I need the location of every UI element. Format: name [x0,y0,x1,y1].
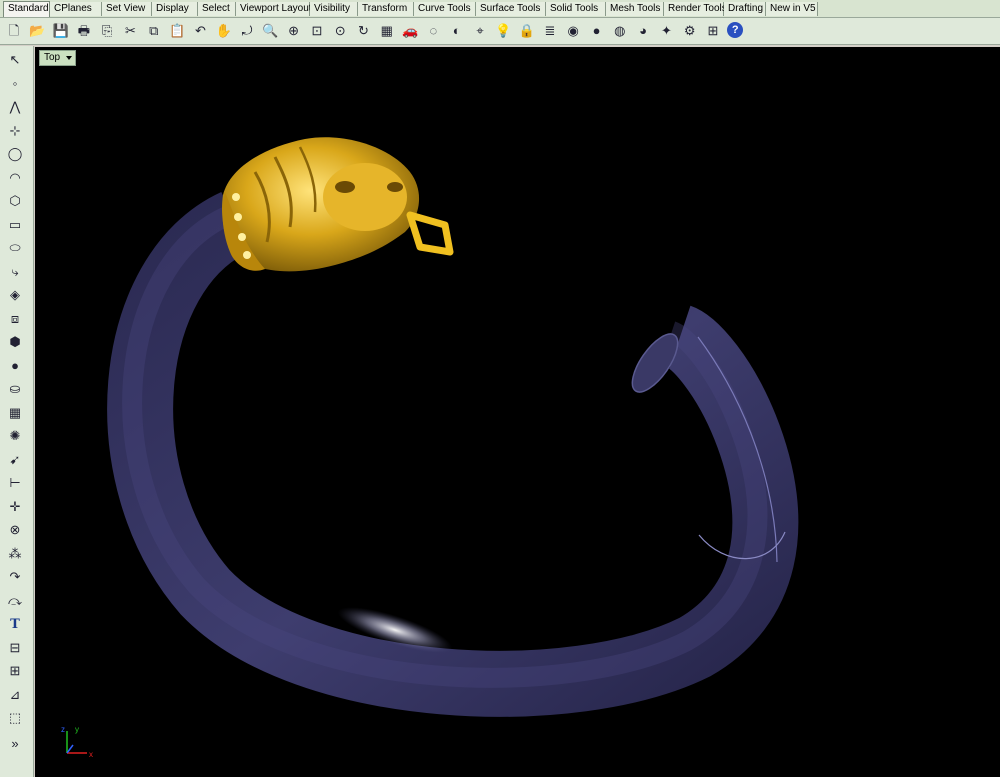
tab-viewport-layout[interactable]: Viewport Layout [236,2,312,16]
tab-surface-tools[interactable]: Surface Tools [476,2,546,16]
rotate-curve-icon[interactable]: ↷ [5,567,25,587]
tab-standard[interactable]: Standard [3,1,50,17]
group-icon[interactable]: ⊟ [5,638,25,658]
axis-y-label: y [75,725,79,734]
block-icon[interactable]: ⊞ [5,661,25,681]
copy-icon[interactable]: ⧉ [145,21,163,39]
curve-point-icon[interactable]: ⊹ [5,121,25,141]
axis-x-label: x [89,750,93,759]
text-icon[interactable]: T [5,614,25,634]
bend-icon[interactable]: ⤼ [5,591,25,611]
help-icon[interactable]: ? [727,22,744,38]
material-sphere-icon[interactable]: ● [588,21,606,39]
bangle-tube[interactable] [107,191,799,717]
zoom-selected-icon[interactable]: ⊙ [331,21,349,39]
model-canvas[interactable] [35,47,1000,777]
zoom-window-icon[interactable]: ⊕ [285,21,303,39]
main-sidebar-toolbar: ↖ ◦ ⋀ ⊹ ◯ ◠ ⬡ ▭ ⬭ ⤷ ◈ ⧈ ⬢ ● ⛀ ▦ ✺ ➹ ⊢ ✛ ⊗ ⁂ ↷ ⤼ T ⊟ ⊞ ⊿ ⬚ » [0,46,34,777]
tab-display[interactable]: Display [152,2,198,16]
gear-icon[interactable]: ⚙ [681,21,699,39]
tab-new-in-v5[interactable]: New in V5 [766,2,818,16]
tab-transform[interactable]: Transform [358,2,414,16]
select-arrow-icon[interactable]: ↖ [5,50,25,70]
layer-icon[interactable]: ≣ [541,21,559,39]
transform-icon[interactable]: ➹ [5,450,25,470]
grid-snap-icon[interactable]: ⊞ [704,21,722,39]
snap-icon[interactable]: ⌖ [471,21,489,39]
import-icon[interactable]: ⎘ [98,21,116,39]
pan-hand-icon[interactable]: ✋ [215,21,233,39]
move-icon[interactable]: ✛ [5,497,25,517]
tab-curve-tools[interactable]: Curve Tools [414,2,476,16]
circle-icon[interactable]: ◯ [5,144,25,164]
world-axes-icon: y x z [61,725,93,759]
lock-icon[interactable]: 🔒 [518,21,536,39]
gear-tools-icon[interactable]: ✺ [5,426,25,446]
tab-visibility[interactable]: Visibility [310,2,358,16]
toolbar-tab-bar: Standard CPlanes Set View Display Select View… [0,0,1000,18]
shaded-sphere-icon[interactable]: ◕ [634,21,652,39]
paste-icon[interactable]: 📋 [168,21,186,39]
boolean-icon[interactable]: ⊗ [5,520,25,540]
rotate-icon[interactable]: ↻ [355,21,373,39]
standard-toolbar: 🗋 📂 💾 🖶 ⎘ ✂ ⧉ 📋 ↶ ✋ ⤾ 🔍 ⊕ ⊡ ⊙ ↻ ▦ 🚗 ◌ ◐ ⌖ 💡 🔒 ≣ ◉ ● ◍ ◕ ✦ ⚙ ⊞? [0,18,1000,45]
top-viewport[interactable]: Top y x z [35,47,1000,777]
show-icon[interactable]: ◐ [448,21,466,39]
options-icon[interactable]: ✦ [657,21,675,39]
mesh-icon[interactable]: ▦ [5,403,25,423]
light-icon[interactable]: 💡 [494,21,512,39]
sphere-solid-icon[interactable]: ● [5,356,25,376]
new-file-icon[interactable]: 🗋 [5,21,23,39]
polygon-icon[interactable]: ⬡ [5,191,25,211]
edit-icon[interactable]: ⊿ [5,685,25,705]
dimension-icon[interactable]: ⊢ [5,473,25,493]
color-wheel-icon[interactable]: ◉ [564,21,582,39]
cube-icon[interactable]: ⬚ [5,708,25,728]
tab-solid-tools[interactable]: Solid Tools [546,2,606,16]
tab-cplanes[interactable]: CPlanes [50,2,102,16]
arc-icon[interactable]: ◠ [5,168,25,188]
zoom-icon[interactable]: 🔍 [261,21,279,39]
car-icon[interactable]: 🚗 [401,21,419,39]
surface-edit-icon[interactable]: ◈ [5,285,25,305]
cylinder-solid-icon[interactable]: ⛀ [5,379,25,399]
ellipse-icon[interactable]: ⬭ [5,238,25,258]
axis-z-label: z [61,725,65,734]
point-icon[interactable]: ◦ [5,74,25,94]
lion-head-ornament[interactable] [221,137,454,272]
box-solid-icon[interactable]: ⬢ [5,332,25,352]
tab-drafting[interactable]: Drafting [724,2,766,16]
save-icon[interactable]: 💾 [52,21,70,39]
curve-fillet-icon[interactable]: ⤷ [5,262,25,282]
more-tools-button[interactable]: » [5,734,25,754]
tab-set-view[interactable]: Set View [102,2,152,16]
print-icon[interactable]: 🖶 [75,21,93,39]
tab-mesh-tools[interactable]: Mesh Tools [606,2,664,16]
hide-icon[interactable]: ◌ [424,21,442,39]
rotate-view-icon[interactable]: ⤾ [238,21,256,39]
viewport-layout-icon[interactable]: ▦ [378,21,396,39]
cluster-icon[interactable]: ⁂ [5,544,25,564]
cut-icon[interactable]: ✂ [122,21,140,39]
zoom-extents-icon[interactable]: ⊡ [308,21,326,39]
render-sphere-icon[interactable]: ◍ [611,21,629,39]
open-folder-icon[interactable]: 📂 [28,21,46,39]
tab-render-tools[interactable]: Render Tools [664,2,727,16]
polyline-icon[interactable]: ⋀ [5,97,25,117]
tab-select[interactable]: Select [198,2,236,16]
extrude-icon[interactable]: ⧈ [5,309,25,329]
undo-icon[interactable]: ↶ [191,21,209,39]
rectangle-icon[interactable]: ▭ [5,215,25,235]
